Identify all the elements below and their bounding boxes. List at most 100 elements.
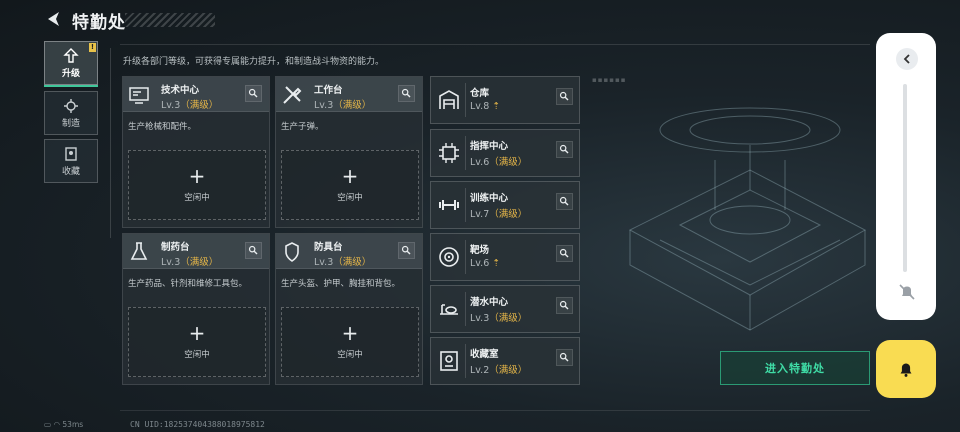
facility-level: Lv.3（满级） <box>470 313 528 324</box>
collapse-button[interactable] <box>896 48 918 70</box>
item-divider <box>465 83 466 117</box>
intro-text: 升级各部门等级，可获得专属能力提升，和制造战斗物资的能力。 <box>123 57 385 67</box>
upgrade-icon <box>63 47 79 63</box>
search-button[interactable] <box>398 242 415 259</box>
item-divider <box>465 188 466 222</box>
card-description: 生产子弹。 <box>281 122 324 132</box>
page-title: 特勤处 <box>72 13 126 33</box>
item-divider <box>465 292 466 326</box>
plus-icon: + <box>341 164 359 188</box>
network-status: ▭ ◠ 53ms <box>44 420 84 429</box>
search-icon <box>559 248 569 258</box>
enter-base-button[interactable]: 进入特勤处 <box>720 351 870 385</box>
search-icon <box>248 245 258 255</box>
search-button[interactable] <box>556 245 573 262</box>
search-button[interactable] <box>556 349 573 366</box>
search-icon <box>248 88 258 98</box>
facility-item-training-center[interactable]: 训练中心 Lv.7（满级） <box>430 181 580 229</box>
facility-name: 训练中心 <box>470 193 509 204</box>
production-slot[interactable]: + 空闲中 <box>281 307 419 377</box>
vault-icon <box>440 351 458 371</box>
volume-slider[interactable] <box>903 84 907 272</box>
search-button[interactable] <box>556 193 573 210</box>
facility-level: Lv.2（满级） <box>470 365 528 376</box>
facility-level: Lv.7（满级） <box>470 209 528 220</box>
upgrade-available-icon: ⇡ <box>489 258 501 269</box>
search-icon <box>401 88 411 98</box>
card-level: Lv.3（满级） <box>314 257 372 268</box>
search-button[interactable] <box>556 297 573 314</box>
card-name: 防具台 <box>314 242 343 253</box>
title-decoration <box>125 13 215 27</box>
bell-off-icon <box>899 284 915 300</box>
target-icon <box>439 247 459 267</box>
card-level: Lv.3（满级） <box>161 100 219 111</box>
dumbbell-icon <box>439 200 459 210</box>
facility-level: Lv.6（满级） <box>470 157 528 168</box>
upgrade-available-icon: ⇡ <box>489 101 501 112</box>
slot-status: 空闲中 <box>184 193 210 203</box>
back-arrow-icon[interactable] <box>44 9 64 29</box>
search-button[interactable] <box>245 242 262 259</box>
facility-card[interactable]: 技术中心 Lv.3（满级） 生产枪械和配件。 + 空闲中 <box>122 76 270 228</box>
plus-icon: + <box>341 321 359 345</box>
search-icon <box>559 352 569 362</box>
tab-label: 升级 <box>61 68 80 79</box>
facility-item-command-center[interactable]: 指挥中心 Lv.6（满级） <box>430 129 580 177</box>
item-divider <box>465 240 466 274</box>
card-level: Lv.3（满级） <box>314 100 372 111</box>
user-uid: CN UID:182537404388018975812 <box>130 420 265 429</box>
facility-level: Lv.8 ⇡ <box>470 101 501 112</box>
search-button[interactable] <box>556 88 573 105</box>
tab-upgrade[interactable]: ! 升级 <box>44 41 98 87</box>
search-button[interactable] <box>245 85 262 102</box>
search-icon <box>559 91 569 101</box>
collection-icon <box>65 146 77 161</box>
facility-card[interactable]: 防具台 Lv.3（满级） 生产头盔、护甲、胸挂和背包。 + 空闲中 <box>275 233 423 385</box>
tab-label: 收藏 <box>61 166 80 177</box>
facility-item-collection-room[interactable]: 收藏室 Lv.2（满级） <box>430 337 580 385</box>
craft-icon <box>64 98 78 113</box>
search-button[interactable] <box>556 141 573 158</box>
production-slot[interactable]: + 空闲中 <box>128 307 266 377</box>
search-button[interactable] <box>398 85 415 102</box>
facility-level: Lv.6 ⇡ <box>470 258 501 269</box>
slot-status: 空闲中 <box>337 350 363 360</box>
search-icon <box>559 144 569 154</box>
facility-name: 收藏室 <box>470 349 499 360</box>
flask-icon <box>130 242 148 260</box>
mute-button[interactable] <box>896 281 918 303</box>
monitor-icon <box>129 87 149 104</box>
decorative-label: ▪▪▪▪▪▪ <box>592 76 627 84</box>
card-name: 技术中心 <box>161 85 200 96</box>
item-divider <box>465 136 466 170</box>
item-divider <box>465 344 466 378</box>
facility-item-diving-center[interactable]: 潜水中心 Lv.3（满级） <box>430 285 580 333</box>
chip-icon <box>439 143 459 163</box>
facility-item-shooting-range[interactable]: 靶场 Lv.6 ⇡ <box>430 233 580 281</box>
ping-value: 53ms <box>62 420 84 429</box>
search-icon <box>401 245 411 255</box>
tab-badge: ! <box>89 43 96 52</box>
chevron-left-icon <box>903 54 910 64</box>
facility-card[interactable]: 工作台 Lv.3（满级） 生产子弹。 + 空闲中 <box>275 76 423 228</box>
facility-card[interactable]: 制药台 Lv.3（满级） 生产药品、针剂和维修工具包。 + 空闲中 <box>122 233 270 385</box>
production-slot[interactable]: + 空闲中 <box>128 150 266 220</box>
facility-item-warehouse[interactable]: 仓库 Lv.8 ⇡ <box>430 76 580 124</box>
production-slot[interactable]: + 空闲中 <box>281 150 419 220</box>
footer-divider <box>120 410 870 411</box>
tab-craft[interactable]: 制造 <box>44 91 98 135</box>
slot-status: 空闲中 <box>184 350 210 360</box>
bell-icon <box>900 363 912 377</box>
header-divider <box>120 44 870 45</box>
armor-icon <box>285 242 299 262</box>
diving-icon <box>440 304 458 315</box>
notification-button[interactable] <box>876 340 936 398</box>
facility-name: 潜水中心 <box>470 297 509 308</box>
search-icon <box>559 300 569 310</box>
base-model-illustration <box>628 107 867 331</box>
search-icon <box>559 196 569 206</box>
tab-collection[interactable]: 收藏 <box>44 139 98 183</box>
slot-status: 空闲中 <box>337 193 363 203</box>
tools-icon <box>283 86 302 104</box>
